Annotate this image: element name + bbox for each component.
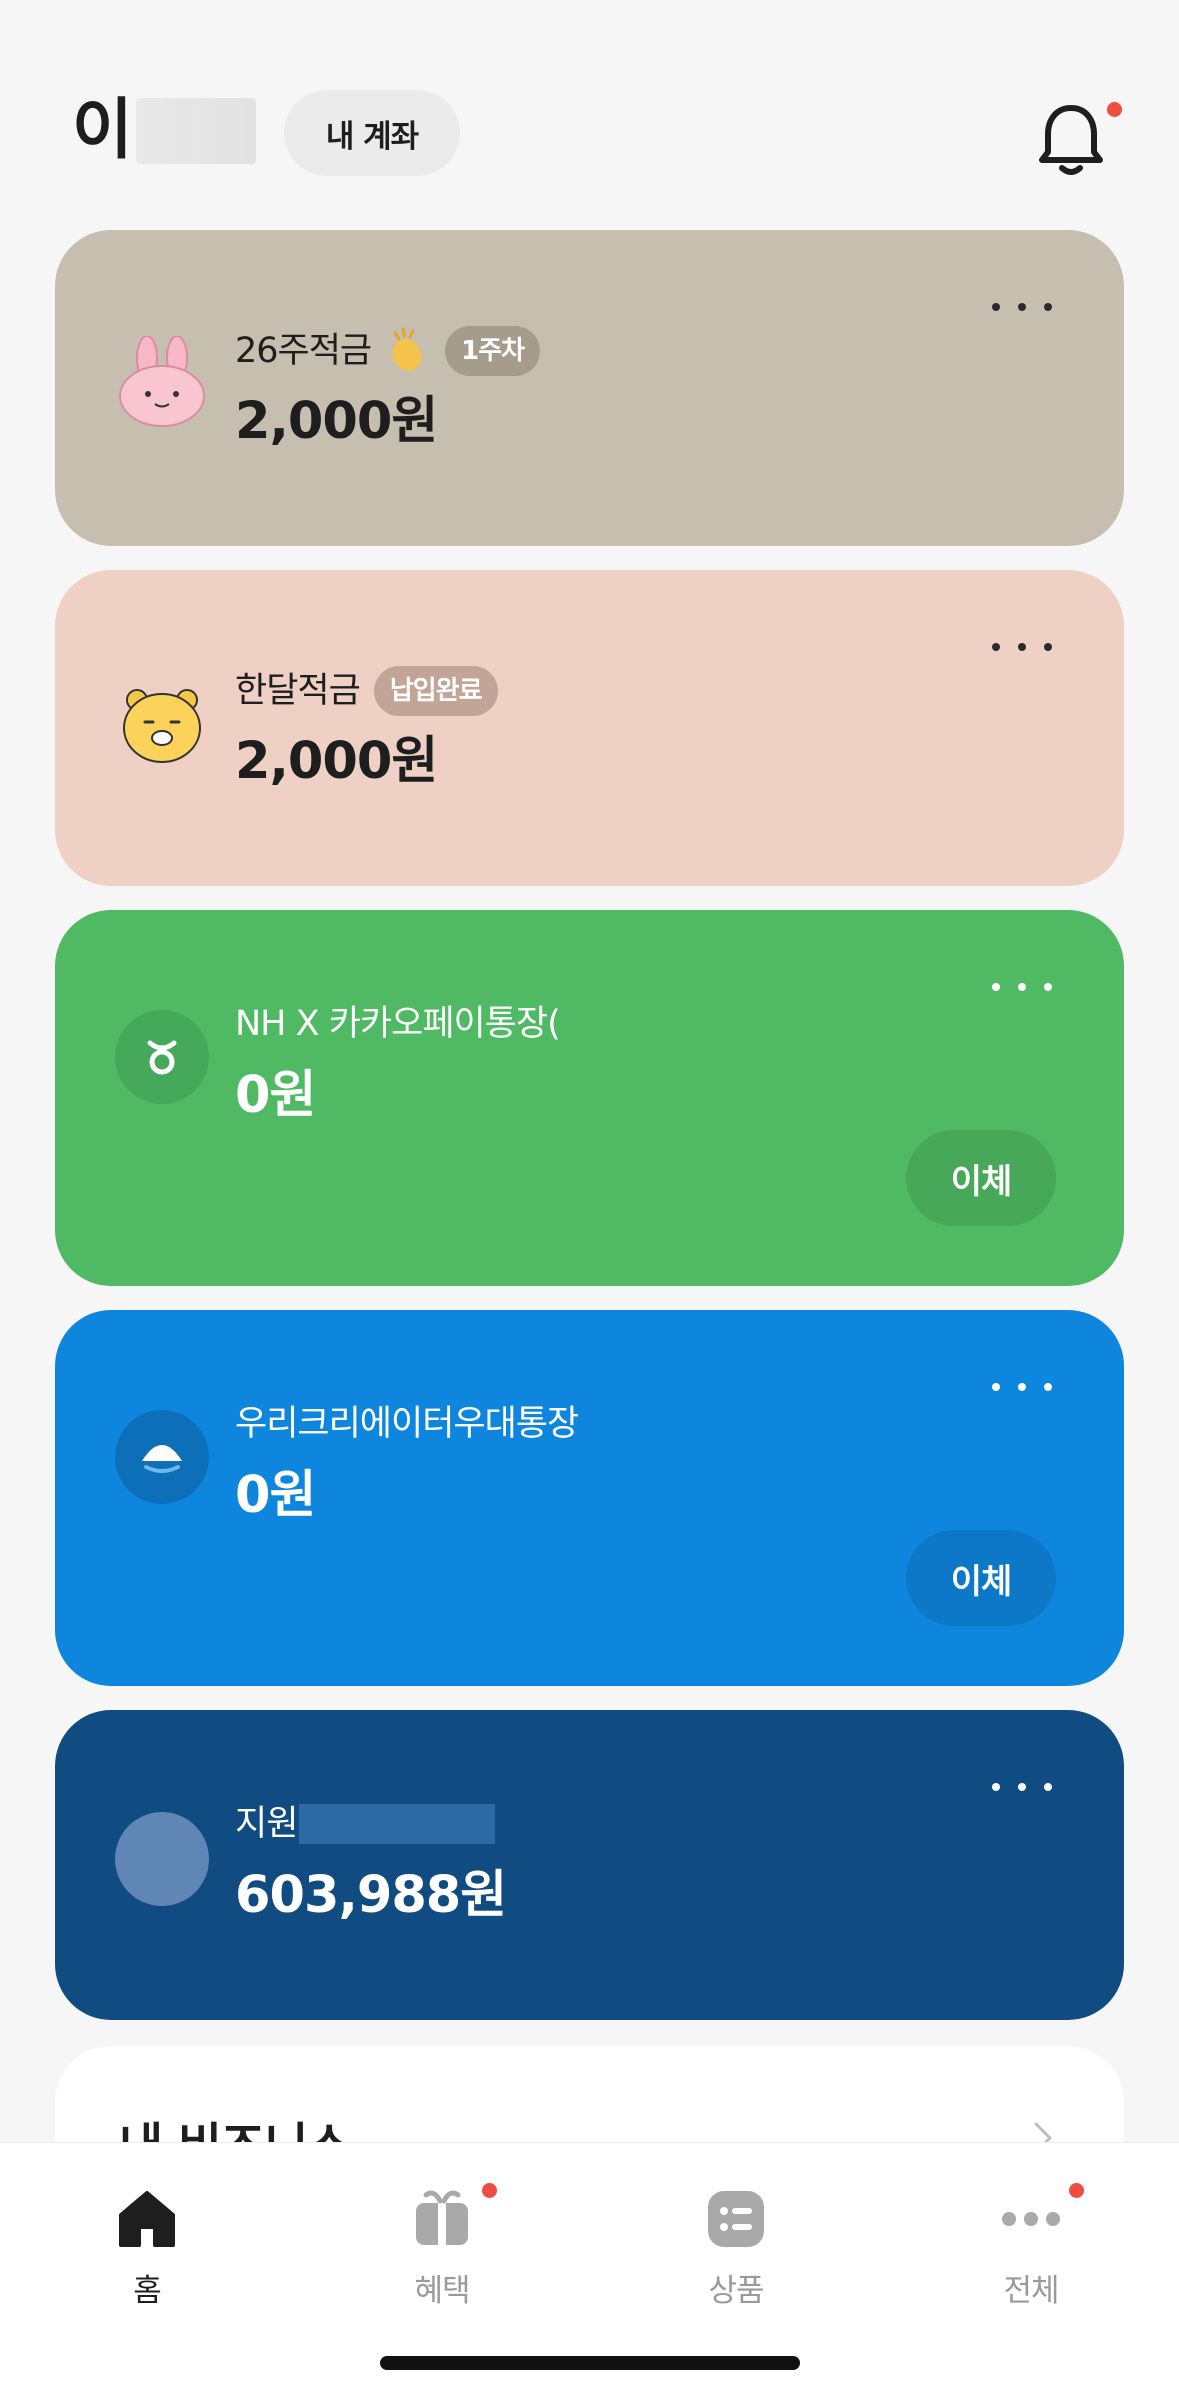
nav-all[interactable]: 전체 [931,2163,1131,2313]
header: 이 내 계좌 [0,0,1179,200]
account-title: 26주적금 1주차 [235,326,541,376]
home-icon [119,2191,175,2247]
account-balance: 2,000원 [235,732,438,791]
account-name: 지원 [235,1804,298,1844]
account-name: 한달적금 [235,671,361,711]
status-badge: 납입완료 [373,666,498,716]
nav-label: 상품 [708,2273,764,2309]
more-options-icon[interactable] [992,292,1052,322]
account-card-26week[interactable]: 26주적금 1주차 2,000원 [55,230,1124,546]
my-accounts-button[interactable]: 내 계좌 [284,90,460,176]
account-title: 지원 [235,1802,496,1846]
woori-bank-icon [115,1410,209,1504]
nav-products[interactable]: 상품 [636,2163,836,2313]
redacted-account-suffix [299,1804,496,1844]
nav-benefits[interactable]: 혜택 [342,2163,542,2313]
gift-icon [416,2190,468,2245]
account-card-monthly[interactable]: 한달적금 납입완료 2,000원 [55,570,1124,886]
more-horizontal-icon [1002,2212,1060,2226]
bell-icon[interactable] [1036,100,1106,178]
account-name: NH X 카카오페이통장( [235,1004,561,1044]
more-options-icon[interactable] [992,1772,1052,1802]
account-name: 우리크리에이터우대통장 [235,1404,579,1444]
account-title: NH X 카카오페이통장( [235,1002,561,1046]
notification-dot [1107,102,1122,117]
bank-logo-icon [115,1812,209,1906]
account-title: 한달적금 납입완료 [235,666,498,716]
account-card-woori[interactable]: 우리크리에이터우대통장 0원 이체 [55,1310,1124,1686]
account-name: 26주적금 [235,331,372,371]
lion-character-icon [115,676,209,770]
nh-bank-icon [115,1010,209,1104]
account-balance: 2,000원 [235,392,438,451]
user-name: 이 [72,91,133,168]
rabbit-character-icon [115,336,209,430]
clapping-hands-icon [392,327,422,371]
more-options-icon[interactable] [992,972,1052,1002]
more-options-icon[interactable] [992,632,1052,662]
account-card-support[interactable]: 지원 603,988원 [55,1710,1124,2020]
more-options-icon[interactable] [992,1372,1052,1402]
redacted-name [136,98,256,164]
transfer-button[interactable]: 이체 [906,1130,1056,1226]
transfer-button[interactable]: 이체 [906,1530,1056,1626]
app-screen: 이 내 계좌 26주적금 1주차 2,000원 한달적금 납입완료 2,000원… [0,0,1179,2396]
notification-dot [1069,2183,1084,2198]
nav-label: 전체 [1003,2273,1059,2309]
nav-label: 홈 [133,2273,162,2309]
home-indicator [380,2356,800,2370]
nav-label: 혜택 [414,2273,470,2309]
account-title: 우리크리에이터우대통장 [235,1402,579,1446]
list-icon [708,2191,764,2247]
account-balance: 0원 [235,1066,316,1125]
account-balance: 603,988원 [235,1866,507,1925]
account-balance: 0원 [235,1466,316,1525]
nav-home[interactable]: 홈 [47,2163,247,2313]
week-badge: 1주차 [445,326,541,376]
account-card-nh-kakaopay[interactable]: NH X 카카오페이통장( 0원 이체 [55,910,1124,1286]
notification-dot [482,2183,497,2198]
